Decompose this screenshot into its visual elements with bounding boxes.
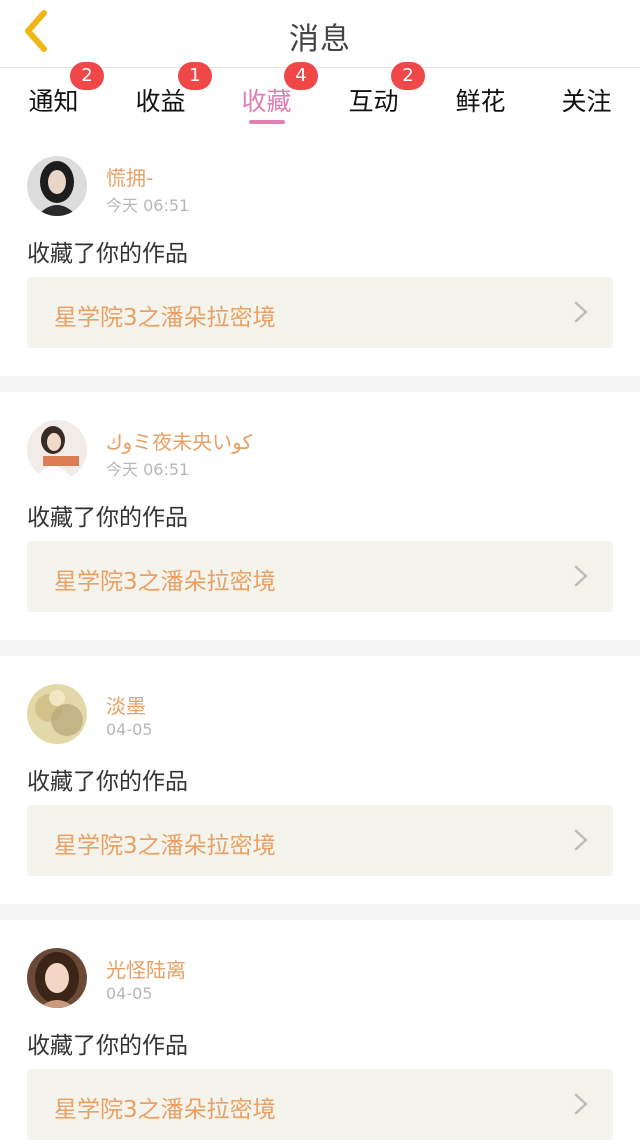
avatar[interactable]: [27, 684, 87, 744]
unread-badge: 2: [70, 62, 104, 90]
username[interactable]: 慌拥-: [106, 162, 153, 191]
tab-interactions[interactable]: 互动 2: [320, 62, 427, 128]
timestamp: 今天 06:51: [106, 460, 190, 479]
unread-badge: 2: [391, 62, 425, 90]
chevron-right-icon: [574, 301, 588, 323]
work-link[interactable]: 星学院3之潘朵拉密境: [27, 541, 613, 612]
username[interactable]: 光怪陆离: [106, 954, 186, 983]
tab-earnings[interactable]: 收益 1: [107, 62, 214, 128]
tab-follows[interactable]: 关注: [533, 68, 640, 128]
tab-label: 关注: [561, 87, 612, 116]
divider: [0, 904, 640, 920]
timestamp: 04-05: [106, 720, 153, 739]
top-bar: 消息: [0, 0, 640, 68]
unread-badge: 4: [284, 62, 318, 90]
divider: [0, 640, 640, 656]
list-item: 光怪陆离 04-05 收藏了你的作品 星学院3之潘朵拉密境: [0, 920, 640, 1147]
work-title: 星学院3之潘朵拉密境: [54, 1097, 276, 1123]
list-item: 慌拥- 今天 06:51 收藏了你的作品 星学院3之潘朵拉密境: [0, 128, 640, 376]
work-title: 星学院3之潘朵拉密境: [54, 833, 276, 859]
avatar[interactable]: [27, 948, 87, 1008]
page-title: 消息: [289, 22, 351, 57]
tab-notifications[interactable]: 通知 2: [0, 62, 107, 128]
username[interactable]: 淡墨: [106, 690, 146, 719]
active-tab-indicator: [248, 120, 285, 124]
work-link[interactable]: 星学院3之潘朵拉密境: [27, 805, 613, 876]
avatar[interactable]: [27, 156, 87, 216]
divider: [0, 376, 640, 392]
action-text: 收藏了你的作品: [27, 769, 188, 795]
tab-label: 鲜花: [455, 87, 506, 116]
work-link[interactable]: 星学院3之潘朵拉密境: [27, 277, 613, 348]
list-item: وكミ夜未央いكو 今天 06:51 收藏了你的作品 星学院3之潘朵拉密境: [0, 392, 640, 640]
unread-badge: 1: [178, 62, 212, 90]
work-title: 星学院3之潘朵拉密境: [54, 305, 276, 331]
tab-favorites[interactable]: 收藏 4: [213, 62, 320, 128]
timestamp: 今天 06:51: [106, 196, 190, 215]
list-item: 淡墨 04-05 收藏了你的作品 星学院3之潘朵拉密境: [0, 656, 640, 904]
action-text: 收藏了你的作品: [27, 241, 188, 267]
tab-bar: 通知 2 收益 1 收藏 4 互动 2 鲜花 关注: [0, 62, 640, 128]
action-text: 收藏了你的作品: [27, 1033, 188, 1059]
timestamp: 04-05: [106, 984, 153, 1003]
chevron-right-icon: [574, 1093, 588, 1115]
tab-flowers[interactable]: 鲜花: [427, 68, 534, 128]
favorites-feed: 慌拥- 今天 06:51 收藏了你的作品 星学院3之潘朵拉密境 وكミ夜未央いك…: [0, 128, 640, 1147]
username[interactable]: وكミ夜未央いكو: [106, 426, 252, 455]
chevron-right-icon: [574, 829, 588, 851]
action-text: 收藏了你的作品: [27, 505, 188, 531]
avatar[interactable]: [27, 420, 87, 480]
work-title: 星学院3之潘朵拉密境: [54, 569, 276, 595]
chevron-right-icon: [574, 565, 588, 587]
work-link[interactable]: 星学院3之潘朵拉密境: [27, 1069, 613, 1140]
